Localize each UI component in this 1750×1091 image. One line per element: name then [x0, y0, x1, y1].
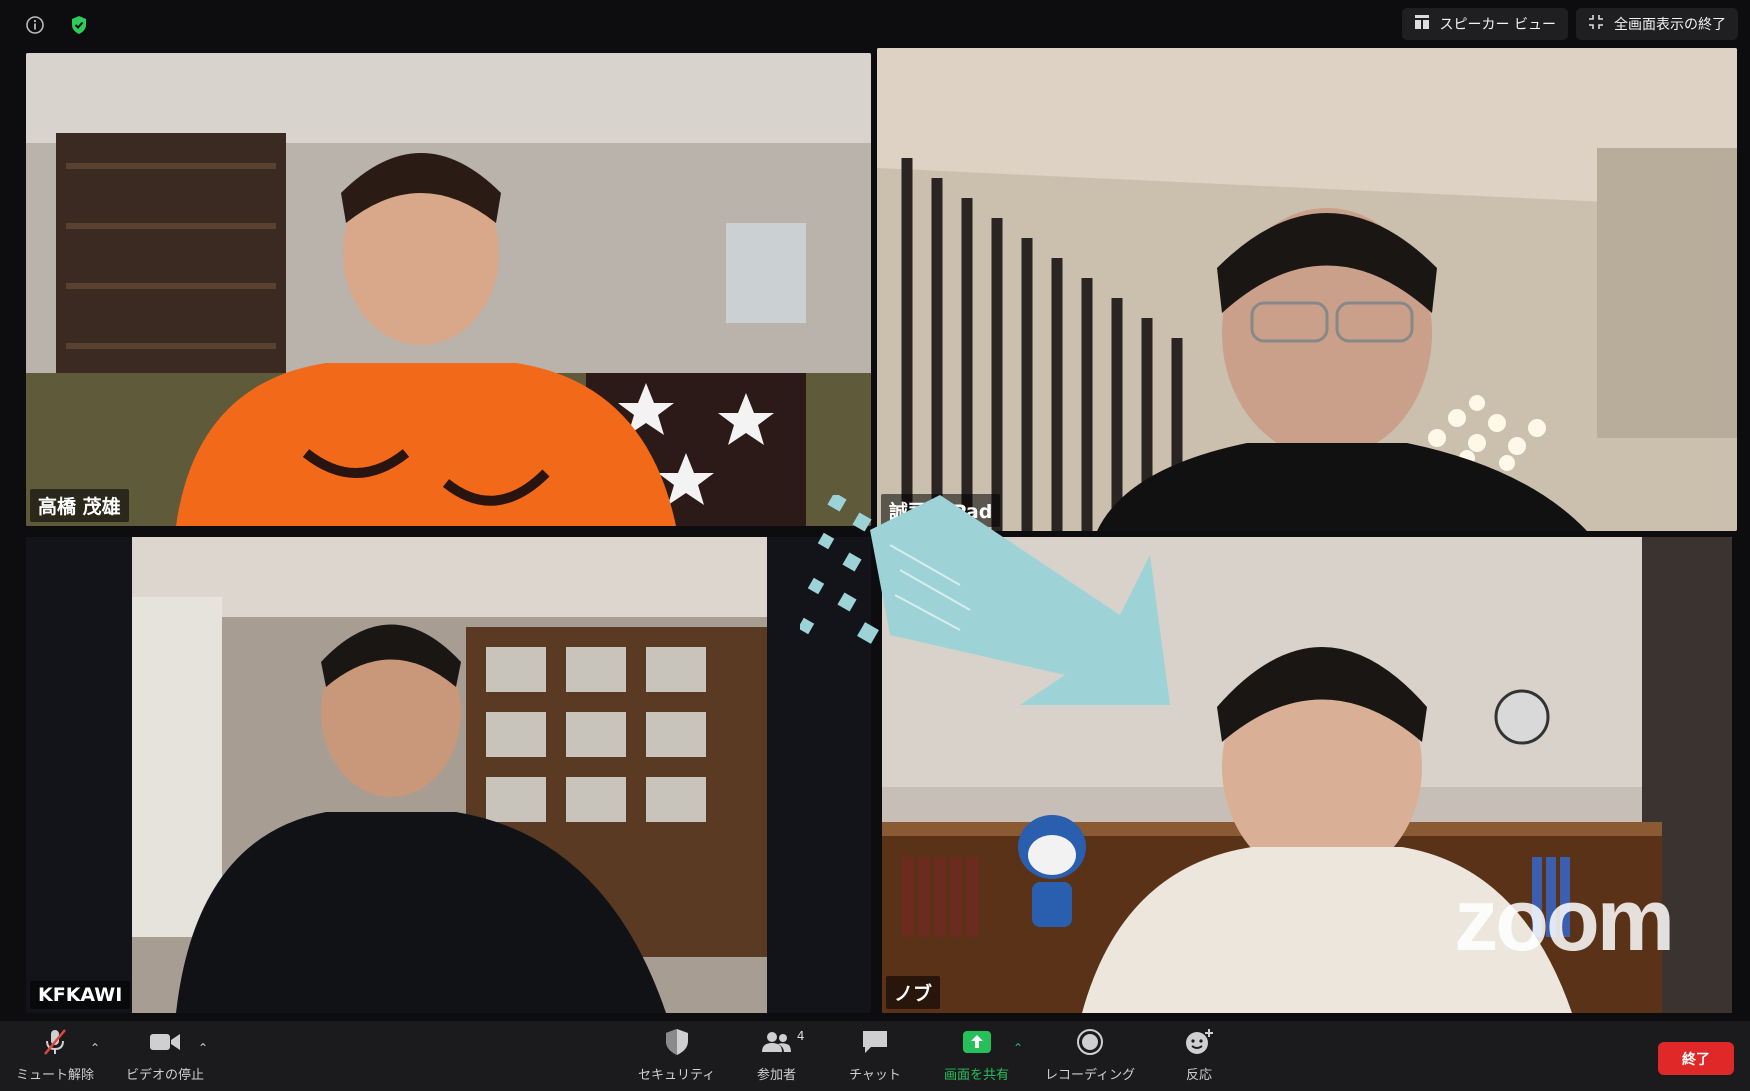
reactions-button[interactable]: 反応 [1184, 1027, 1214, 1083]
participants-icon [761, 1030, 793, 1058]
top-bar: スピーカー ビュー 全画面表示の終了 [0, 0, 1750, 48]
security-label: セキュリティ [638, 1068, 716, 1083]
grid-icon [1414, 14, 1430, 34]
end-meeting-button[interactable]: 終了 [1658, 1042, 1734, 1075]
chat-label: チャット [849, 1068, 901, 1083]
participants-button[interactable]: 4 参加者 [757, 1027, 805, 1083]
meeting-toolbar: ミュート解除 ⌃ ビデオの停止 ⌃ セキュリティ 4 参加者 チャット 画面を共… [0, 1021, 1750, 1091]
audio-options-chevron-icon[interactable]: ⌃ [90, 1041, 100, 1055]
video-tile-2[interactable]: 誠司のiPad [877, 48, 1737, 531]
video-tile-1[interactable]: 高橋 茂雄 [26, 53, 871, 526]
unmute-button[interactable]: ミュート解除 [16, 1027, 94, 1083]
exit-fullscreen-label: 全画面表示の終了 [1614, 17, 1726, 33]
unmute-label: ミュート解除 [16, 1068, 95, 1083]
stop-video-label: ビデオの停止 [126, 1068, 205, 1083]
stop-video-button[interactable]: ビデオの停止 [126, 1027, 204, 1083]
share-screen-label: 画面を共有 [944, 1068, 1010, 1083]
participants-label: 参加者 [757, 1068, 797, 1083]
chat-button[interactable]: チャット [849, 1027, 901, 1083]
record-label: レコーディング [1045, 1068, 1136, 1083]
participant-name-3: KFKAWI [30, 981, 131, 1009]
reactions-label: 反応 [1185, 1068, 1212, 1083]
participant-name-1: 高橋 茂雄 [30, 489, 129, 522]
video-options-chevron-icon[interactable]: ⌃ [198, 1041, 208, 1055]
info-icon[interactable] [20, 10, 50, 40]
record-button[interactable]: レコーディング [1045, 1027, 1135, 1083]
video-feed-2 [877, 48, 1737, 531]
speaker-view-label: スピーカー ビュー [1439, 17, 1556, 33]
share-screen-icon [962, 1030, 992, 1058]
video-camera-icon [149, 1031, 181, 1057]
chat-bubble-icon [861, 1029, 889, 1059]
arrow-overlay-graphic [800, 495, 1170, 705]
security-button[interactable]: セキュリティ [638, 1027, 715, 1083]
record-icon [1076, 1028, 1104, 1060]
video-feed-3 [26, 537, 871, 1013]
share-screen-button[interactable]: 画面を共有 [944, 1027, 1009, 1083]
speaker-view-button[interactable]: スピーカー ビュー [1401, 8, 1568, 40]
exit-fullscreen-button[interactable]: 全画面表示の終了 [1576, 8, 1738, 40]
participant-name-4: ノブ [886, 976, 941, 1009]
video-feed-1 [26, 53, 871, 526]
zoom-watermark: zoom [1454, 870, 1675, 969]
encryption-shield-icon[interactable] [64, 10, 94, 40]
participants-count: 4 [796, 1029, 805, 1043]
smiley-add-icon [1184, 1028, 1214, 1060]
exit-fullscreen-icon [1588, 14, 1604, 34]
muted-microphone-icon [40, 1027, 70, 1061]
share-options-chevron-icon[interactable]: ⌃ [1013, 1041, 1023, 1055]
video-tile-3[interactable]: KFKAWI [26, 537, 871, 1013]
security-shield-icon [664, 1028, 690, 1060]
